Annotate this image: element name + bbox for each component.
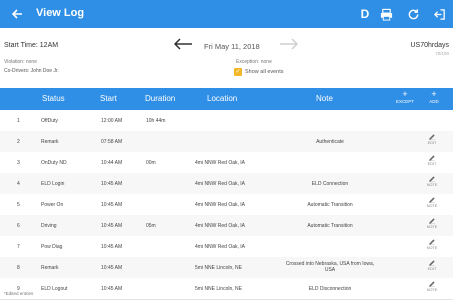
- row-start: 10:45 AM: [101, 223, 123, 229]
- row-location: 4mi NNW Red Oak, IA: [195, 160, 246, 166]
- column-duration: Duration: [145, 94, 176, 103]
- row-start: 10:45 AM: [101, 244, 123, 250]
- row-start: 12:00 AM: [101, 118, 123, 124]
- row-note-button[interactable]: NOTE: [420, 217, 444, 229]
- pencil-icon: [420, 154, 444, 162]
- pencil-icon: [420, 280, 444, 288]
- table-row[interactable]: 1 OffDuty 12:00 AM 10h 44m: [0, 110, 453, 132]
- view-log-screen: View Log D Start Time: 12AM Fri May 11, …: [0, 0, 453, 301]
- row-note: Automatic Transition: [307, 202, 353, 208]
- column-location: Location: [207, 94, 238, 103]
- table-row[interactable]: 7 Pow Diag 10:45 AM 4mi NNW Red Oak, IA NOTE: [0, 236, 453, 258]
- row-location: 5mi NNE Lincoln, NE: [195, 265, 242, 271]
- row-start: 10:45 AM: [101, 265, 123, 271]
- row-start: 10:45 AM: [101, 181, 123, 187]
- show-all-events-label: Show all events: [245, 69, 284, 75]
- log-date: Fri May 11, 2018: [204, 42, 260, 51]
- row-status: ELD Logout: [41, 286, 68, 292]
- row-status: Power On: [41, 202, 64, 208]
- page-title: View Log: [36, 7, 85, 19]
- cycle-summary: 70/100: [435, 51, 449, 56]
- plus-icon: +: [402, 89, 408, 99]
- row-number: 6: [17, 223, 20, 229]
- row-location: 4mi NNW Red Oak, IA: [195, 244, 246, 250]
- edited-entries-footnote: *Edited entries: [4, 291, 34, 296]
- row-edit-button[interactable]: EDIT: [420, 259, 444, 271]
- row-status: ELD Login: [41, 181, 65, 187]
- row-note: Authenticate: [316, 139, 344, 145]
- row-status: OffDuty: [41, 118, 58, 124]
- checkbox-checked-icon[interactable]: ✓: [234, 68, 242, 76]
- row-status: Pow Diag: [41, 244, 63, 250]
- table-row[interactable]: 6 Driving 10:45 AM 05m 4mi NNW Red Oak, IA Au…: [0, 215, 453, 237]
- column-status: Status: [42, 94, 65, 103]
- row-number: 7: [17, 244, 20, 250]
- row-note: ELD Disconnection: [308, 286, 352, 292]
- logout-icon[interactable]: [430, 5, 448, 23]
- row-number: 2: [17, 139, 20, 145]
- pencil-icon: [420, 133, 444, 141]
- table-row[interactable]: 9 ELD Logout 10:45 AM 5mi NNE Lincoln, NE EL…: [0, 278, 453, 300]
- refresh-icon[interactable]: [404, 5, 422, 23]
- row-number: 1: [17, 118, 20, 124]
- pencil-icon: [420, 175, 444, 183]
- row-number: 5: [17, 202, 20, 208]
- back-arrow-icon[interactable]: [9, 6, 25, 22]
- row-note-button[interactable]: NOTE: [420, 175, 444, 187]
- table-row[interactable]: 4 ELD Login 10:45 AM 4mi NNW Red Oak, IA ELD…: [0, 173, 453, 195]
- pencil-icon: [420, 196, 444, 204]
- next-day-arrow-icon[interactable]: [278, 37, 300, 51]
- row-location: 4mi NNW Red Oak, IA: [195, 181, 246, 187]
- row-status: Remark: [41, 265, 59, 271]
- row-status: OnDuty ND: [41, 160, 67, 166]
- column-note: Note: [316, 94, 333, 103]
- row-status: Driving: [41, 223, 57, 229]
- table-header: Status Start Duration Location Note + EX…: [0, 88, 453, 110]
- row-duration: 10h 44m: [146, 118, 166, 124]
- row-note: Crossed into Nebraska, USA from Iowa, US…: [285, 261, 375, 273]
- row-note: Automatic Transition: [307, 223, 353, 229]
- table-row[interactable]: 3 OnDuty ND 10:44 AM 00m 4mi NNW Red Oak, IA…: [0, 152, 453, 174]
- row-note-button[interactable]: NOTE: [420, 238, 444, 250]
- column-start: Start: [100, 94, 117, 103]
- ruleset-label: US70hrdays: [410, 42, 449, 49]
- plus-icon: +: [431, 89, 437, 99]
- exception-status: Exception: none: [236, 59, 272, 65]
- row-location: 5mi NNE Lincoln, NE: [195, 286, 242, 292]
- row-start: 10:45 AM: [101, 286, 123, 292]
- app-bar: View Log D: [0, 0, 453, 28]
- pencil-icon: [420, 259, 444, 267]
- row-location: 4mi NNW Red Oak, IA: [195, 202, 246, 208]
- co-drivers: Co-Drivers: John Doe Jr.: [4, 68, 59, 74]
- violation-status: Violation: none: [4, 59, 37, 65]
- row-number: 4: [17, 181, 20, 187]
- row-duration: 05m: [146, 223, 156, 229]
- pencil-icon: [420, 217, 444, 225]
- row-edit-button[interactable]: EDIT: [420, 154, 444, 166]
- row-number: 3: [17, 160, 20, 166]
- d-button[interactable]: D: [357, 5, 373, 23]
- row-number: 8: [17, 265, 20, 271]
- except-button[interactable]: + EXCEPT: [393, 89, 417, 104]
- row-note-button[interactable]: NOTE: [420, 196, 444, 208]
- row-location: 4mi NNW Red Oak, IA: [195, 223, 246, 229]
- show-all-events-toggle[interactable]: ✓ Show all events: [234, 68, 284, 76]
- row-edit-button[interactable]: EDIT: [420, 133, 444, 145]
- table-row[interactable]: 8 Remark 10:45 AM 5mi NNE Lincoln, NE Crosse…: [0, 257, 453, 279]
- previous-day-arrow-icon[interactable]: [172, 37, 194, 51]
- row-duration: 00m: [146, 160, 156, 166]
- log-header: Start Time: 12AM Fri May 11, 2018 US70hr…: [0, 28, 453, 88]
- row-status: Remark: [41, 139, 59, 145]
- row-start: 07:58 AM: [101, 139, 123, 145]
- pencil-icon: [420, 238, 444, 246]
- row-note: ELD Connection: [311, 181, 349, 187]
- start-time: Start Time: 12AM: [4, 42, 59, 49]
- row-start: 10:45 AM: [101, 202, 123, 208]
- row-note-button[interactable]: NOTE: [420, 280, 444, 292]
- table-row[interactable]: 2 Remark 07:58 AM Authenticate EDIT: [0, 131, 453, 153]
- table-row[interactable]: 5 Power On 10:45 AM 4mi NNW Red Oak, IA Auto…: [0, 194, 453, 216]
- add-button[interactable]: + ADD: [422, 89, 446, 104]
- print-icon[interactable]: [377, 5, 395, 23]
- row-start: 10:44 AM: [101, 160, 123, 166]
